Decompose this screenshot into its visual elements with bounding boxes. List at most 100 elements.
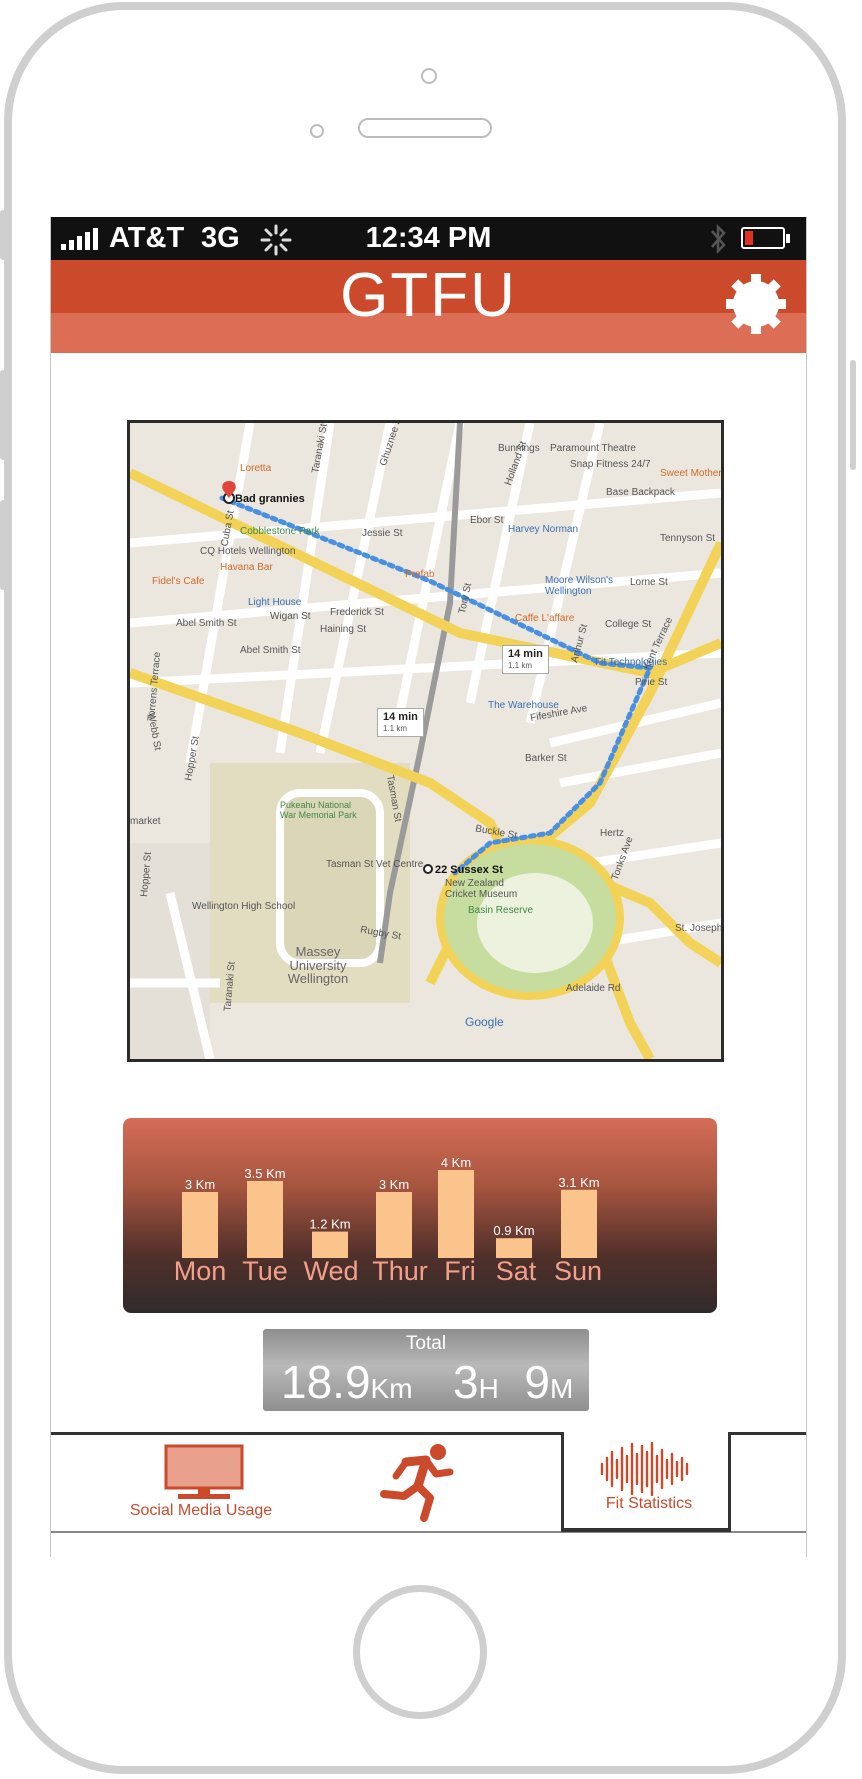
earpiece-speaker [358,118,492,138]
street-label: Ebor St [470,515,504,526]
proximity-sensor [310,124,324,138]
route-distance-1: 1.1 km [508,661,533,671]
chart-value-label: 3 Km [185,1177,215,1192]
chart-value-label: 3 Km [379,1177,409,1192]
map-place: Prefab [405,569,435,580]
chart-value-label: 4 Km [441,1155,471,1170]
street-label: College St [605,619,652,630]
route-map[interactable]: Bad grannies 22 Sussex St 14 min 1.1 km … [127,420,724,1062]
chart-value-label: 3.5 Km [244,1166,285,1181]
route-time-box-2: 14 min 1.1 km [377,708,424,737]
street-label: Adelaide Rd [566,983,621,994]
map-place: St. Joseph [675,923,723,934]
route-time-box-1: 14 min 1.1 km [502,645,549,674]
map-place: CQ Hotels Wellington [200,546,296,557]
total-minutes-value: 9 [524,1356,550,1408]
silent-switch [0,210,6,260]
total-summary: Total 18.9Km 3H 9M [263,1329,589,1411]
map-place: Loretta [240,463,272,474]
tab-fit-label: Fit Statistics [605,1495,693,1512]
map-place: Massey University Wellington [287,944,349,987]
street-label: Abel Smith St [176,618,237,629]
map-graphic [130,423,721,1059]
map-place: Fidel's Cafe [152,576,205,587]
chart-category-label: Sat [496,1256,537,1286]
status-bar: AT&T 3G 12:34 PM [51,217,806,260]
gear-icon[interactable] [725,273,787,335]
chart-category-label: Thur [372,1256,428,1286]
street-label: Wigan St [270,611,311,622]
chart-bar-tue [247,1181,283,1258]
volume-down-button [0,500,6,590]
route-time-1: 14 min [508,648,543,660]
chart-category-label: Fri [444,1256,475,1286]
battery-low-icon [741,227,790,249]
sound-wave-icon [600,1442,689,1496]
street-label: Jessie St [362,528,403,539]
street-label: Lorne St [630,577,668,588]
chart-category-label: Sun [554,1256,602,1286]
route-time-2: 14 min [383,711,418,723]
total-duration: 3H 9M [453,1355,573,1409]
total-minutes-unit: M [549,1373,574,1404]
app-title-reflection: GTFU [51,318,806,327]
total-hours-value: 3 [453,1356,479,1408]
map-place: Moore Wilson's Wellington [545,575,614,597]
chart-category-label: Mon [174,1256,227,1286]
app-header: GTFU GTFU [51,260,806,353]
map-place: Cobblestone Park [240,526,320,537]
map-end-label: 22 Sussex St [435,864,503,876]
street-label: Barker St [525,753,567,764]
map-place: Havana Bar [220,562,273,573]
map-place: Caffe L'affare [515,613,575,624]
map-start-label: Bad grannies [235,493,305,505]
map-place: Light House [248,597,302,608]
map-place: Base Backpack [606,487,675,498]
map-place: Tasman St Vet Centre [326,859,424,870]
chart-bar-wed [312,1231,348,1258]
chart-canvas: 3 Km Mon 3.5 Km Tue 1.2 Km Wed 3 Km Thur 4 Km Fri… [174,1155,602,1286]
chart-category-label: Wed [303,1256,358,1286]
chart-value-label: 0.9 Km [493,1223,534,1238]
running-man-icon[interactable] [378,1442,458,1524]
street-label: Haining St [320,624,367,635]
map-place: Wellington High School [192,901,296,912]
tab-social-media-usage[interactable]: Social Media Usage [91,1435,311,1531]
chart-value-label: 3.1 Km [558,1175,599,1190]
street-label: Frederick St [330,607,384,618]
tab-fit-statistics[interactable]: Fit Statistics [561,1432,731,1532]
google-logo: Google [465,1015,504,1029]
chart-category-label: Tue [242,1256,288,1286]
total-distance: 18.9Km [281,1355,413,1409]
tab-social-label: Social Media Usage [129,1502,273,1519]
front-camera [421,68,437,84]
map-place: Sweet Mother [660,468,722,479]
total-distance-unit: Km [370,1373,413,1404]
volume-up-button [0,370,6,460]
map-place: Pukeahu National War Memorial Park [280,800,357,820]
map-place: Basin Reserve [468,905,534,916]
map-place: Harvey Norman [508,524,579,535]
total-distance-value: 18.9 [281,1356,371,1408]
street-label: Abel Smith St [240,645,301,656]
chart-bar-fri [438,1170,474,1258]
map-place: Hertz [600,828,624,839]
bluetooth-icon [711,223,726,255]
app-screen: AT&T 3G 12:34 PM GTFU GTFU [50,217,807,1557]
map-place: market [130,816,161,827]
chart-bar-sun [561,1189,597,1258]
map-place: Paramount Theatre [550,443,636,454]
power-button [850,360,856,470]
chart-value-label: 1.2 Km [309,1217,350,1232]
street-label: Tennyson St [660,533,716,544]
total-hours-unit: H [478,1373,499,1404]
route-distance-2: 1.1 km [383,724,408,734]
street-label: Pirie St [635,677,668,688]
map-place: New Zealand Cricket Museum [445,878,518,900]
home-button[interactable] [353,1585,487,1719]
monitor-icon [164,1444,244,1499]
chart-bar-mon [182,1192,218,1258]
weekly-distance-chart: 3 Km Mon 3.5 Km Tue 1.2 Km Wed 3 Km Thur 4 Km Fri… [123,1118,717,1313]
map-place: Snap Fitness 24/7 [570,459,651,470]
clock: 12:34 PM [365,222,492,254]
